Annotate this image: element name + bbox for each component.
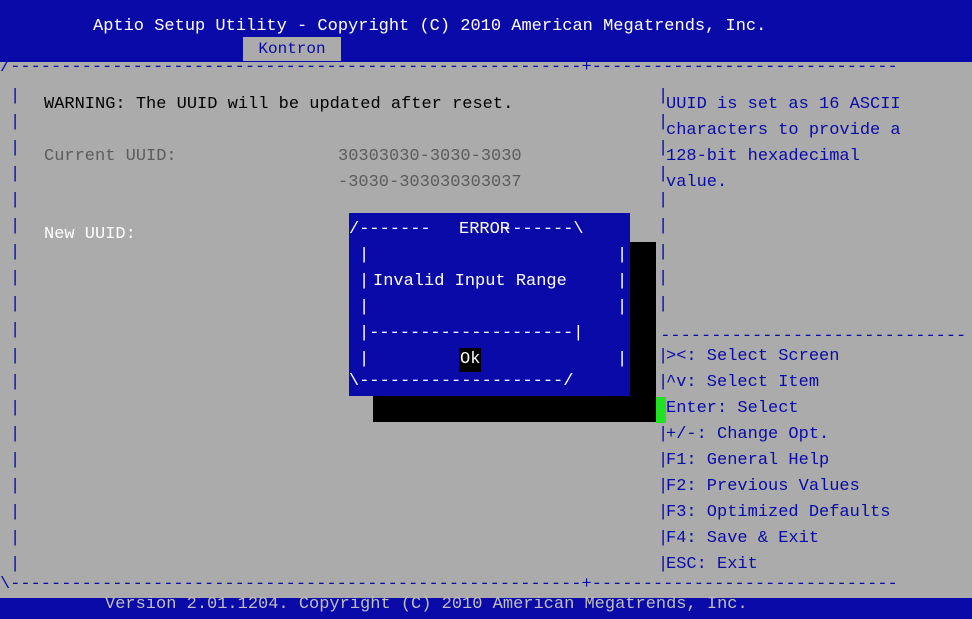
new-uuid-label[interactable]: New UUID: xyxy=(44,222,136,248)
key-select-screen: ><: Select Screen xyxy=(666,347,840,366)
key-optimized-defaults: F3: Optimized Defaults xyxy=(666,503,891,522)
key-save-exit: F4: Save & Exit xyxy=(666,529,820,548)
key-select-item: ^v: Select Item xyxy=(666,373,820,392)
app-title: Aptio Setup Utility - Copyright (C) 2010… xyxy=(93,17,767,36)
key-change-opt: +/-: Change Opt. xyxy=(666,425,830,444)
key-previous-values: F2: Previous Values xyxy=(666,477,860,496)
current-uuid-value-line2: -3030-303030303037 xyxy=(338,173,522,192)
dialog-bottom-border: \--------------------/ xyxy=(349,372,574,391)
dialog-message: Invalid Input Range xyxy=(373,272,567,291)
key-esc-exit: ESC: Exit xyxy=(666,555,758,574)
key-enter-select: Enter: Select xyxy=(666,399,799,418)
help-line: characters to provide a xyxy=(666,121,901,140)
dialog-separator: |--------------------| xyxy=(359,324,584,343)
current-uuid-value-line1: 30303030-3030-3030 xyxy=(338,147,522,166)
help-line: UUID is set as 16 ASCII xyxy=(666,95,901,114)
key-general-help: F1: General Help xyxy=(666,451,830,470)
help-line: value. xyxy=(666,173,728,192)
error-dialog: /------- -------\ ERROR | | | | Invalid … xyxy=(349,213,630,396)
frame-top-border: /---------------------------------------… xyxy=(0,58,898,77)
dialog-title: ERROR xyxy=(459,220,511,239)
title-bar: Aptio Setup Utility - Copyright (C) 2010… xyxy=(0,0,972,62)
warning-text: WARNING: The UUID will be updated after … xyxy=(44,95,514,114)
help-line: 128-bit hexadecimal xyxy=(666,147,860,166)
footer-version: Version 2.01.1204. Copyright (C) 2010 Am… xyxy=(105,595,748,614)
footer-bar: Version 2.01.1204. Copyright (C) 2010 Am… xyxy=(0,595,972,619)
current-uuid-label: Current UUID: xyxy=(44,147,177,166)
text-cursor xyxy=(656,397,666,423)
